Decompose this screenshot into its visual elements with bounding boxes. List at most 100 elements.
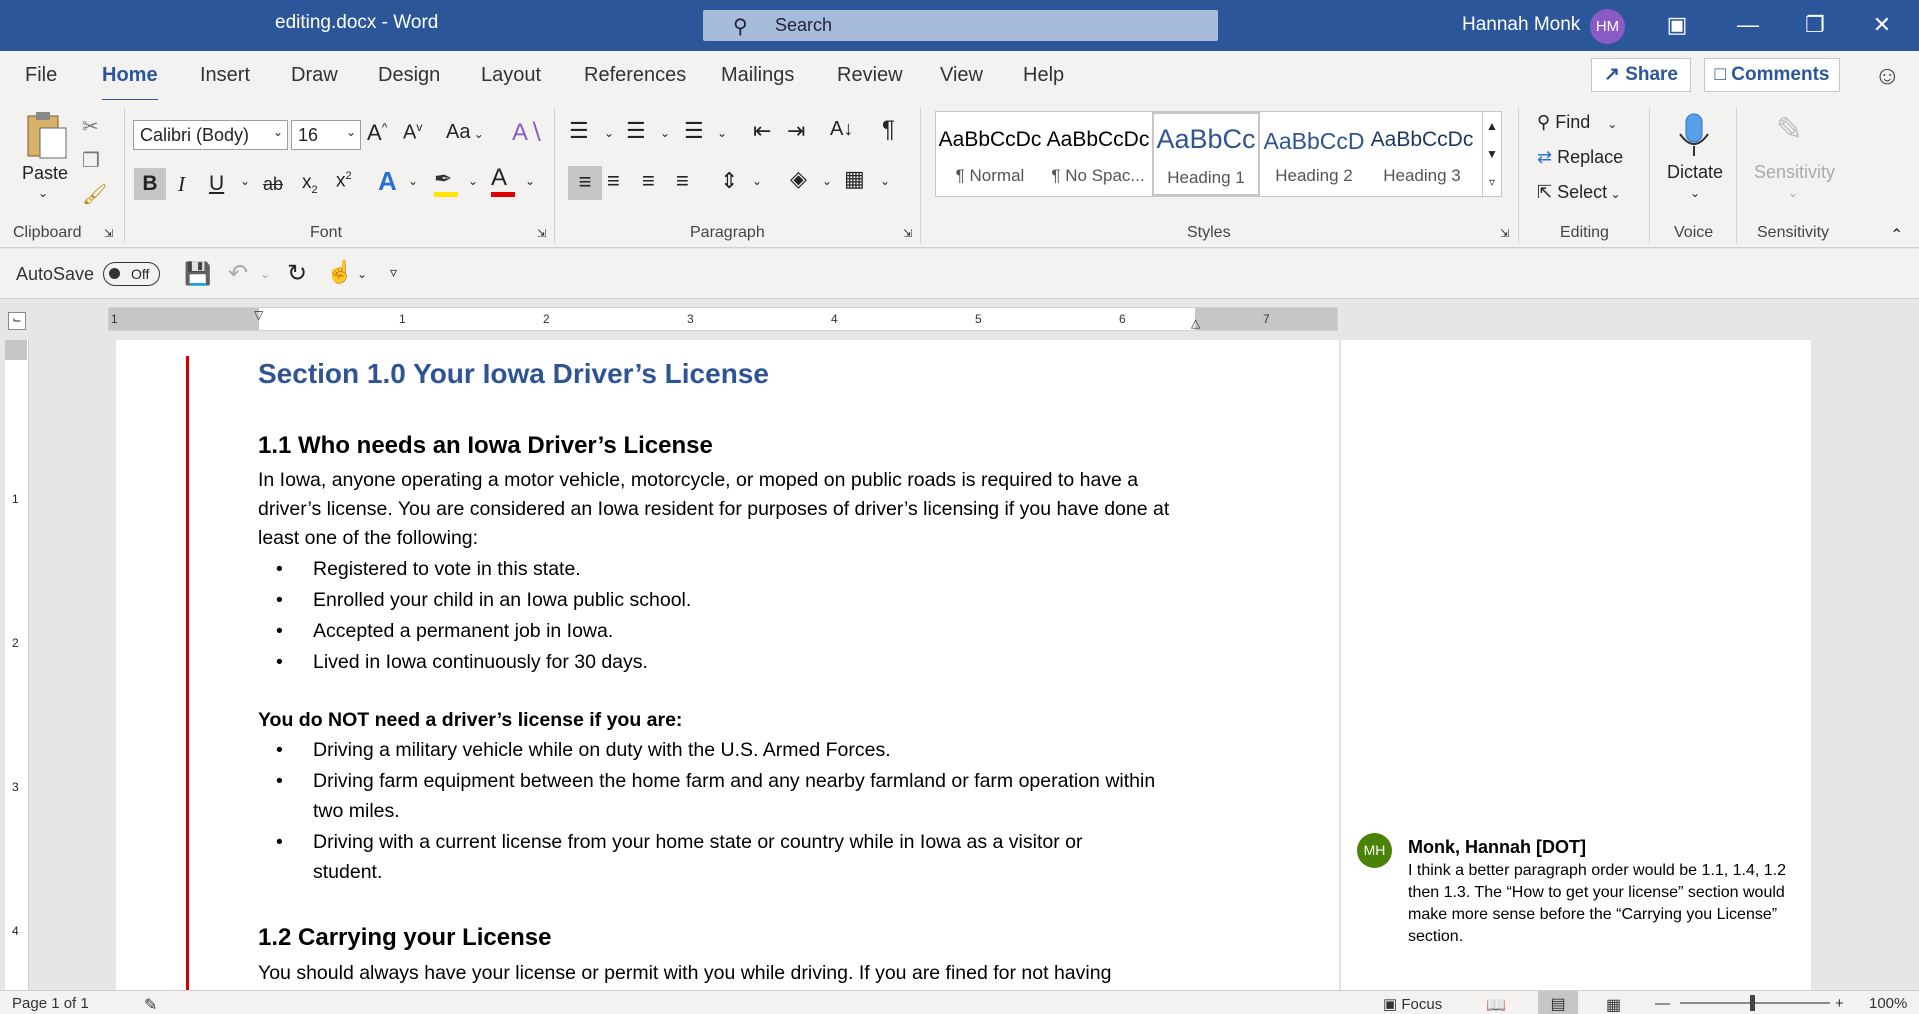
autosave-toggle[interactable]: Off [103,262,160,286]
zoom-out-icon[interactable]: — [1655,995,1670,1012]
ribbon-display-options-icon[interactable]: ▣ [1662,10,1692,40]
undo-icon[interactable]: ↶ [228,259,248,288]
close-icon[interactable]: ✕ [1867,10,1897,40]
tab-view[interactable]: View [940,64,983,87]
search-box[interactable]: ⚲ Search [703,10,1218,41]
paste-button[interactable]: Paste [22,163,68,184]
heading-section-1[interactable]: Section 1.0 Your Iowa Driver’s License [258,358,769,390]
indent-marker-icon[interactable]: ▽ [254,308,263,322]
select-button[interactable]: ⇱ Select ⌄ [1537,182,1621,203]
dialog-launcher-icon[interactable]: ⇲ [903,227,912,240]
web-layout-icon[interactable]: ▦ [1606,995,1621,1014]
list-item[interactable]: Registered to vote in this state. [276,554,1176,584]
document-page[interactable]: Section 1.0 Your Iowa Driver’s License 1… [116,340,1339,990]
change-case-button[interactable]: Aa ⌄ [446,121,484,144]
find-button[interactable]: ⚲ Find ⌄ [1537,112,1617,133]
borders-icon[interactable]: ▦ [844,166,865,192]
minimize-icon[interactable]: — [1733,10,1763,40]
chevron-down-icon[interactable]: ⌄ [38,186,48,200]
print-layout-icon[interactable]: ▤ [1538,991,1578,1014]
sensitivity-button[interactable]: Sensitivity [1754,162,1835,183]
tab-draw[interactable]: Draw [291,64,338,87]
list-item[interactable]: Accepted a permanent job in Iowa. [276,616,1176,646]
highlight-icon[interactable]: ✒ [434,166,460,198]
share-button[interactable]: ↗ Share [1591,58,1691,92]
clear-formatting-icon[interactable]: A∖ [512,118,543,147]
heading-1-1[interactable]: 1.1 Who needs an Iowa Driver’s License [258,432,713,460]
style-heading-1[interactable]: AaBbCc Heading 1 [1152,112,1260,196]
tab-mailings[interactable]: Mailings [721,64,794,87]
feedback-smiley-icon[interactable]: ☺ [1874,60,1901,91]
tab-help[interactable]: Help [1023,64,1064,87]
scroll-down-icon[interactable]: ▼ [1483,140,1501,168]
vertical-ruler[interactable]: 1 2 3 4 [5,340,29,990]
tab-selector-icon[interactable]: ⌙ [8,312,26,330]
underline-icon[interactable]: U [209,172,224,196]
list-item[interactable]: Lived in Iowa continuously for 30 days. [276,647,1176,677]
list-item[interactable]: Driving farm equipment between the home … [276,766,1156,826]
numbering-icon[interactable]: ☰ [626,118,646,144]
style-normal[interactable]: AaBbCcDc ¶ Normal [936,112,1044,196]
cut-icon[interactable]: ✂ [82,114,99,139]
dialog-launcher-icon[interactable]: ⇲ [1500,227,1509,240]
font-color-icon[interactable]: A [491,164,517,198]
zoom-slider-handle[interactable] [1750,995,1755,1011]
list-item[interactable]: Driving with a current license from your… [276,827,1156,887]
focus-button[interactable]: ▣ Focus [1383,995,1442,1013]
user-name[interactable]: Hannah Monk [1462,14,1580,36]
line-spacing-icon[interactable]: ⇕ [720,168,738,194]
tab-insert[interactable]: Insert [200,64,250,87]
dialog-launcher-icon[interactable]: ⇲ [537,227,546,240]
comment-text[interactable]: I think a better paragraph order would b… [1408,860,1793,948]
touch-mode-icon[interactable]: ☝ [326,259,353,285]
shading-icon[interactable]: ◈ [790,166,807,192]
horizontal-ruler[interactable]: 1 1 2 3 4 5 6 7 ▽ △ [108,307,1338,331]
format-painter-icon[interactable]: 🖌 [82,182,107,207]
styles-scroll[interactable]: ▲ ▼ ▿ [1482,111,1502,197]
zoom-slider[interactable] [1680,1002,1830,1004]
right-indent-marker-icon[interactable]: △ [1191,316,1200,330]
multilevel-list-icon[interactable]: ☰ [684,118,704,144]
sort-icon[interactable]: A↓ [830,118,853,141]
tab-layout[interactable]: Layout [481,64,541,87]
proofing-icon[interactable]: ✎ [144,995,157,1014]
chevron-down-icon[interactable]: ⌄ [260,267,270,281]
microphone-icon[interactable] [1674,110,1714,160]
save-icon[interactable]: 💾 [184,261,211,287]
font-size-combo[interactable]: 16 ⌄ [291,120,361,150]
not-need-heading[interactable]: You do NOT need a driver’s license if yo… [258,706,682,735]
chevron-down-icon[interactable]: ⌄ [604,126,614,140]
paragraph-1-2[interactable]: You should always have your license or p… [258,959,1111,988]
text-effects-icon[interactable]: A [378,166,397,197]
tab-references[interactable]: References [584,64,686,87]
paste-icon[interactable] [22,110,72,165]
dialog-launcher-icon[interactable]: ⇲ [104,227,113,240]
shrink-font-icon[interactable]: Av [403,120,422,145]
grow-font-icon[interactable]: A^ [367,120,387,146]
chevron-down-icon[interactable]: ⌄ [822,174,832,188]
copy-icon[interactable]: ❐ [82,148,100,173]
chevron-down-icon[interactable]: ⌄ [880,174,890,188]
list-item[interactable]: Enrolled your child in an Iowa public sc… [276,585,1176,615]
list-item[interactable]: Driving a military vehicle while on duty… [276,735,1156,765]
chevron-down-icon[interactable]: ⌄ [752,174,762,188]
chevron-down-icon[interactable]: ⌄ [525,174,535,188]
scroll-up-icon[interactable]: ▲ [1483,112,1501,140]
redo-icon[interactable]: ↻ [287,259,307,288]
tab-home[interactable]: Home [102,64,158,102]
zoom-level[interactable]: 100% [1869,995,1907,1012]
replace-button[interactable]: ⇄ Replace [1537,147,1623,168]
increase-indent-icon[interactable]: ⇥ [787,118,805,144]
style-heading-3[interactable]: AaBbCcDc Heading 3 [1368,112,1476,196]
customize-qat-icon[interactable]: ▿ [390,264,397,281]
dictate-button[interactable]: Dictate [1667,162,1723,183]
read-mode-icon[interactable]: 📖 [1486,995,1506,1014]
align-right-icon[interactable]: ≡ [642,168,655,194]
chevron-down-icon[interactable]: ⌄ [357,267,367,281]
comments-button[interactable]: □ Comments [1704,58,1840,92]
tab-review[interactable]: Review [837,64,903,87]
collapse-ribbon-icon[interactable]: ⌃ [1890,225,1903,245]
user-avatar[interactable]: HM [1590,9,1625,44]
restore-icon[interactable]: ❐ [1800,10,1830,40]
chevron-down-icon[interactable]: ⌄ [660,126,670,140]
